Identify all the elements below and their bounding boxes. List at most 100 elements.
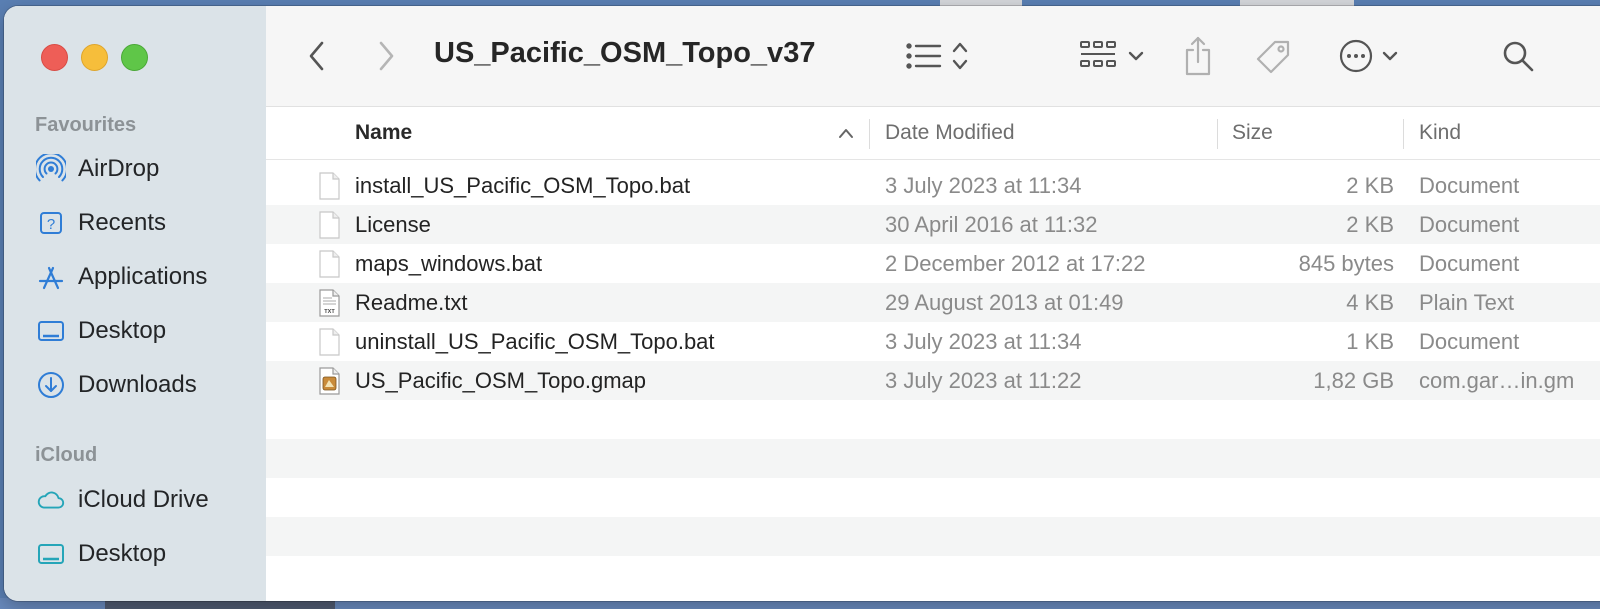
sort-ascending-icon <box>834 121 858 145</box>
column-divider[interactable] <box>1217 119 1218 149</box>
column-header-date[interactable]: Date Modified <box>885 107 1015 159</box>
document-icon <box>319 211 340 239</box>
more-actions-button[interactable] <box>1336 36 1402 76</box>
file-size: 1,82 GB <box>1313 367 1394 393</box>
tag-icon <box>1256 40 1290 74</box>
sidebar-item-downloads[interactable]: Downloads <box>36 365 197 405</box>
table-row[interactable]: uninstall_US_Pacific_OSM_Topo.bat 3 July… <box>266 322 1600 361</box>
sidebar-item-label: iCloud Drive <box>78 486 209 513</box>
airdrop-icon <box>36 154 66 184</box>
chevron-down-icon <box>1128 51 1144 61</box>
finder-window: Favourites AirDrop ? Recents Application… <box>4 6 1600 601</box>
document-icon <box>319 172 340 200</box>
table-row[interactable]: install_US_Pacific_OSM_Topo.bat 3 July 2… <box>266 166 1600 205</box>
empty-row <box>266 439 1600 478</box>
search-button[interactable] <box>1498 36 1538 76</box>
file-date: 2 December 2012 at 17:22 <box>885 250 1146 276</box>
file-kind: Document <box>1419 328 1520 354</box>
desktop-icon <box>36 316 66 346</box>
column-header-name[interactable]: Name <box>355 107 412 159</box>
table-row[interactable]: maps_windows.bat 2 December 2012 at 17:2… <box>266 244 1600 283</box>
sidebar-item-label: Downloads <box>78 371 197 398</box>
more-icon <box>1339 39 1373 73</box>
file-size: 4 KB <box>1346 289 1394 315</box>
file-size: 1 KB <box>1346 328 1394 354</box>
sidebar-section-favourites: Favourites <box>35 114 137 136</box>
document-icon <box>319 328 340 356</box>
recents-icon: ? <box>36 208 66 238</box>
file-kind: Document <box>1419 211 1520 237</box>
forward-icon <box>379 41 394 71</box>
column-header-size[interactable]: Size <box>1232 107 1273 159</box>
applications-icon <box>36 262 66 292</box>
empty-row <box>266 478 1600 517</box>
column-header: Name Date Modified Size Kind <box>266 107 1600 160</box>
back-icon <box>309 41 324 71</box>
svg-text:TXT: TXT <box>324 309 335 315</box>
file-name: License <box>355 211 431 237</box>
file-date: 29 August 2013 at 01:49 <box>885 289 1124 315</box>
empty-row <box>266 556 1600 595</box>
table-row[interactable]: TXT Readme.txt 29 August 2013 at 01:49 4… <box>266 283 1600 322</box>
file-date: 3 July 2023 at 11:34 <box>885 172 1082 198</box>
toolbar: US_Pacific_OSM_Topo_v37 <box>266 6 1600 107</box>
sort-icon <box>952 42 968 70</box>
table-row[interactable]: License 30 April 2016 at 11:32 2 KB Docu… <box>266 205 1600 244</box>
empty-row <box>266 517 1600 556</box>
column-header-kind[interactable]: Kind <box>1419 107 1461 159</box>
share-button[interactable] <box>1178 34 1218 78</box>
forward-button[interactable] <box>369 36 403 76</box>
icloud-icon <box>36 485 66 515</box>
sidebar-item-label: Applications <box>78 263 208 290</box>
file-name: maps_windows.bat <box>355 250 543 276</box>
grid-view-icon <box>1080 41 1116 67</box>
column-divider[interactable] <box>869 119 870 149</box>
search-icon <box>1503 41 1534 72</box>
sidebar-item-label: AirDrop <box>78 155 160 182</box>
sidebar: Favourites AirDrop ? Recents Application… <box>4 6 267 601</box>
text-file-icon: TXT <box>319 289 340 317</box>
sidebar-item-recents[interactable]: ? Recents <box>36 203 166 243</box>
sidebar-section-icloud: iCloud <box>35 444 98 466</box>
document-icon <box>319 250 340 278</box>
list-view-icon <box>906 43 942 69</box>
sidebar-item-airdrop[interactable]: AirDrop <box>36 149 159 189</box>
share-icon <box>1185 36 1211 76</box>
sidebar-item-icloud-drive[interactable]: iCloud Drive <box>36 480 209 520</box>
downloads-icon <box>36 370 66 400</box>
column-divider[interactable] <box>1403 119 1404 149</box>
file-name: Readme.txt <box>355 289 468 315</box>
sidebar-item-label: Desktop <box>78 540 167 567</box>
desktop-icon <box>36 539 66 569</box>
file-kind: Document <box>1419 250 1520 276</box>
file-name: install_US_Pacific_OSM_Topo.bat <box>355 172 691 198</box>
file-size: 845 bytes <box>1298 250 1394 276</box>
back-button[interactable] <box>300 36 334 76</box>
sidebar-item-icloud-desktop[interactable]: Desktop <box>36 534 166 574</box>
sidebar-item-label: Desktop <box>78 317 167 344</box>
sidebar-item-desktop[interactable]: Desktop <box>36 311 166 351</box>
close-window-button[interactable] <box>41 44 68 71</box>
empty-row <box>266 400 1600 439</box>
zoom-window-button[interactable] <box>121 44 148 71</box>
sidebar-item-applications[interactable]: Applications <box>36 257 207 297</box>
main-content: US_Pacific_OSM_Topo_v37 Name Date Modifi… <box>266 6 1600 601</box>
file-name: US_Pacific_OSM_Topo.gmap <box>355 367 647 393</box>
minimize-window-button[interactable] <box>81 44 108 71</box>
file-kind: Document <box>1419 172 1520 198</box>
gmap-file-icon <box>319 367 340 395</box>
view-options-button[interactable] <box>900 36 976 76</box>
file-name: uninstall_US_Pacific_OSM_Topo.bat <box>355 328 715 354</box>
file-list: install_US_Pacific_OSM_Topo.bat 3 July 2… <box>266 166 1600 595</box>
file-size: 2 KB <box>1346 172 1394 198</box>
table-row[interactable]: US_Pacific_OSM_Topo.gmap 3 July 2023 at … <box>266 361 1600 400</box>
file-kind: com.gar…in.gm <box>1419 367 1575 393</box>
file-date: 3 July 2023 at 11:22 <box>885 367 1082 393</box>
window-title: US_Pacific_OSM_Topo_v37 <box>434 37 816 69</box>
sidebar-item-label: Recents <box>78 209 167 236</box>
group-button[interactable] <box>1072 36 1152 76</box>
svg-text:?: ? <box>47 216 55 233</box>
file-date: 30 April 2016 at 11:32 <box>885 211 1098 237</box>
file-kind: Plain Text <box>1419 289 1514 315</box>
tag-button[interactable] <box>1252 36 1294 78</box>
